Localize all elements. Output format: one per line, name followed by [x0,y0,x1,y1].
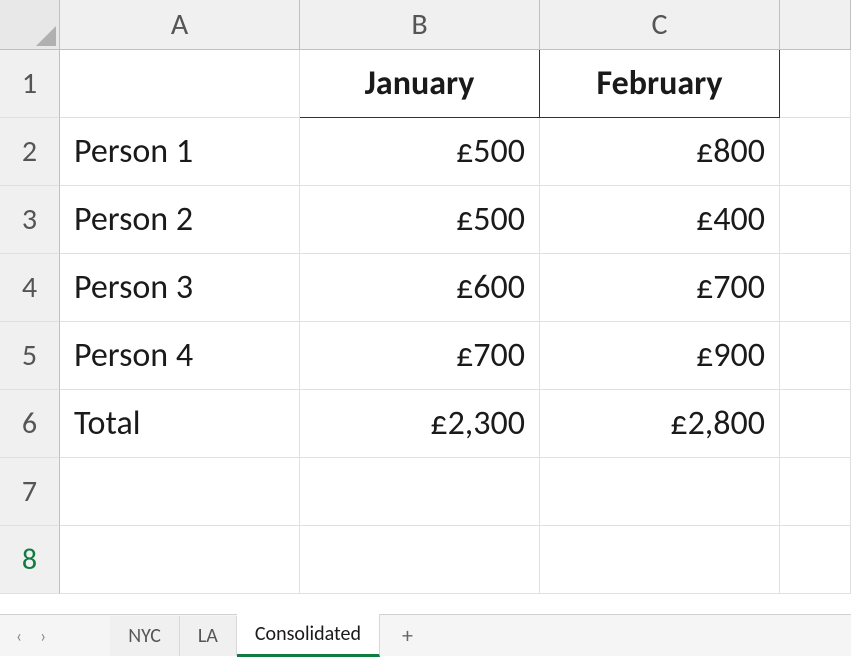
cell-b8[interactable] [300,526,540,594]
row-header-2[interactable]: 2 [0,118,60,186]
cell-c3[interactable]: £400 [540,186,780,254]
cell-b5[interactable]: £700 [300,322,540,390]
cell-b4[interactable]: £600 [300,254,540,322]
tab-next-icon[interactable]: › [36,623,50,649]
cell-c5[interactable]: £900 [540,322,780,390]
sheet-tab-la[interactable]: LA [180,616,237,656]
cell-c8[interactable] [540,526,780,594]
cell-a4[interactable]: Person 3 [60,254,300,322]
row-header-7[interactable]: 7 [0,458,60,526]
cell-a2[interactable]: Person 1 [60,118,300,186]
cell-d7[interactable] [780,458,851,526]
col-header-c[interactable]: C [540,0,780,50]
select-all-corner[interactable] [0,0,60,50]
sheet-tab-consolidated[interactable]: Consolidated [237,614,380,657]
cell-b7[interactable] [300,458,540,526]
cell-d6[interactable] [780,390,851,458]
tab-nav: ‹ › [12,623,50,649]
cell-c6[interactable]: £2,800 [540,390,780,458]
cell-b6[interactable]: £2,300 [300,390,540,458]
row-header-1[interactable]: 1 [0,50,60,118]
cell-d1[interactable] [780,50,851,118]
cell-c2[interactable]: £800 [540,118,780,186]
cell-d2[interactable] [780,118,851,186]
cell-d8[interactable] [780,526,851,594]
cell-b2[interactable]: £500 [300,118,540,186]
cell-d5[interactable] [780,322,851,390]
col-header-d[interactable] [780,0,851,50]
row-header-5[interactable]: 5 [0,322,60,390]
cell-d4[interactable] [780,254,851,322]
col-header-a[interactable]: A [60,0,300,50]
sheet-tabs-bar: ‹ › NYC LA Consolidated + [0,614,851,656]
tab-prev-icon[interactable]: ‹ [12,623,26,649]
row-header-3[interactable]: 3 [0,186,60,254]
cell-a3[interactable]: Person 2 [60,186,300,254]
cell-a5[interactable]: Person 4 [60,322,300,390]
spreadsheet-grid: A B C 1 January February 2 Person 1 £500… [0,0,851,594]
cell-c7[interactable] [540,458,780,526]
row-header-4[interactable]: 4 [0,254,60,322]
cell-c1[interactable]: February [540,50,780,118]
cell-d3[interactable] [780,186,851,254]
add-sheet-button[interactable]: + [380,614,435,657]
cell-c4[interactable]: £700 [540,254,780,322]
cell-b1[interactable]: January [300,50,540,118]
row-header-8[interactable]: 8 [0,526,60,594]
cell-a7[interactable] [60,458,300,526]
row-header-6[interactable]: 6 [0,390,60,458]
cell-a6[interactable]: Total [60,390,300,458]
cell-a1[interactable] [60,50,300,118]
sheet-tab-nyc[interactable]: NYC [110,616,180,656]
col-header-b[interactable]: B [300,0,540,50]
cell-a8[interactable] [60,526,300,594]
cell-b3[interactable]: £500 [300,186,540,254]
